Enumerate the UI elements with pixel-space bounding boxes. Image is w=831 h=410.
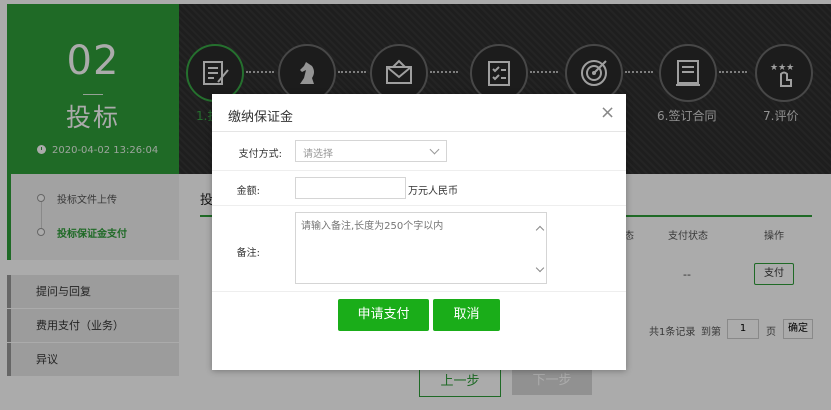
amount-label: 金额: (236, 186, 260, 197)
cancel-button[interactable]: 取消 (433, 299, 500, 331)
apply-pay-button[interactable]: 申请支付 (338, 299, 429, 331)
chevron-down-icon (429, 144, 440, 155)
modal-title: 缴纳保证金 (228, 110, 294, 125)
form-row-divider (212, 205, 626, 206)
pay-method-label: 支付方式: (238, 149, 282, 160)
deposit-modal: 缴纳保证金 × 支付方式: 请选择 金额: 万元人民币 备注: 申请支付 取消 (212, 94, 626, 370)
remark-label: 备注: (236, 248, 260, 259)
pay-method-select[interactable]: 请选择 (295, 140, 447, 162)
pay-method-placeholder: 请选择 (303, 149, 333, 160)
amount-input[interactable] (295, 177, 406, 199)
modal-divider (212, 131, 626, 132)
form-row-divider (212, 170, 626, 171)
close-icon[interactable]: × (600, 104, 615, 122)
amount-unit: 万元人民币 (408, 186, 458, 197)
form-row-divider (212, 291, 626, 292)
remark-textarea[interactable] (295, 212, 547, 284)
